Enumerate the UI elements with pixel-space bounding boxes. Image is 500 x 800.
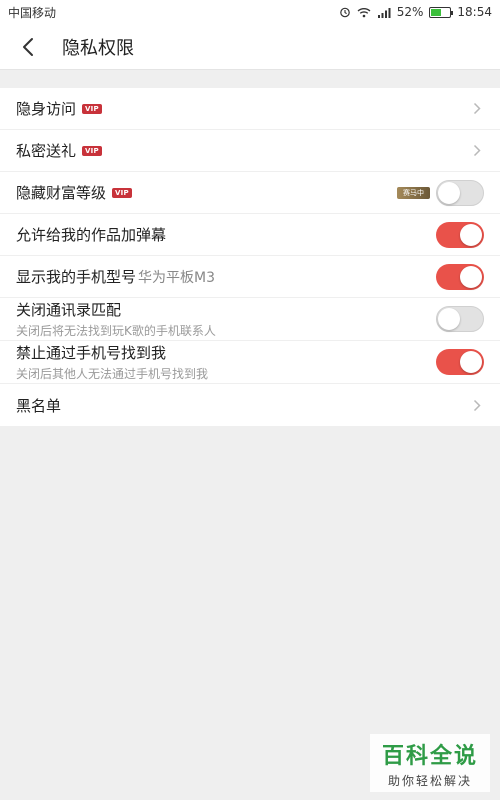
chevron-left-icon [23,37,33,56]
top-bar: 隐私权限 [0,24,500,70]
toggle-knob [460,223,482,246]
vip-badge: VIP [112,187,132,198]
chevron-right-icon [470,398,484,412]
setting-label: 显示我的手机型号 [16,268,137,286]
setting-label: 禁止通过手机号找到我 [16,344,167,362]
watermark-logo: 百科全说 助你轻松解决 [370,734,490,792]
setting-label: 黑名单 [16,396,62,415]
back-button[interactable] [16,35,40,59]
vip-badge: VIP [82,145,102,156]
setting-invisible-visit[interactable]: 隐身访问 VIP [0,88,500,130]
toggle-knob [460,265,482,288]
battery-icon [429,6,454,18]
wifi-icon [357,7,371,18]
status-bar: 中国移动 52% 18:54 [0,0,500,24]
phone-model-hint: 华为平板M3 [138,269,216,286]
chevron-right-icon [470,102,484,116]
toggle-knob [438,308,460,330]
section-gap [0,70,500,88]
setting-description: 关闭后将无法找到玩K歌的手机联系人 [16,324,216,338]
vip-badge: VIP [82,103,102,114]
show-phone-model-toggle[interactable] [436,263,484,290]
setting-label: 隐藏财富等级 [16,184,107,202]
chevron-right-icon [470,144,484,158]
setting-label: 私密送礼 [16,142,77,160]
setting-allow-danmaku: 允许给我的作品加弹幕 [0,214,500,256]
setting-label: 允许给我的作品加弹幕 [16,226,167,244]
setting-hide-wealth-level: 隐藏财富等级 VIP 赛马中 [0,172,500,214]
toggle-knob [438,181,460,204]
setting-label: 关闭通讯录匹配 [16,301,122,319]
wealth-rank-badge: 赛马中 [397,186,430,199]
hide-wealth-toggle[interactable] [436,179,484,206]
setting-private-gift[interactable]: 私密送礼 VIP [0,130,500,172]
battery-percent: 52% [396,5,424,19]
signal-icon [377,7,391,18]
status-time: 18:54 [457,5,492,19]
setting-show-phone-model: 显示我的手机型号 华为平板M3 [0,256,500,298]
setting-label: 隐身访问 [16,100,77,118]
setting-block-phone-search: 禁止通过手机号找到我 关闭后其他人无法通过手机号找到我 [0,341,500,384]
toggle-knob [460,351,482,373]
watermark-subtitle: 助你轻松解决 [387,773,472,788]
page-title: 隐私权限 [62,37,134,59]
watermark-title: 百科全说 [381,743,478,769]
settings-list: 隐身访问 VIP 私密送礼 VIP 隐藏财富等级 VIP 赛马中 允许给我的作品… [0,88,500,426]
alarm-icon [339,6,351,18]
carrier-name: 中国移动 [8,5,57,20]
setting-description: 关闭后其他人无法通过手机号找到我 [16,367,209,381]
block-phone-search-toggle[interactable] [436,349,484,375]
setting-contact-matching: 关闭通讯录匹配 关闭后将无法找到玩K歌的手机联系人 [0,298,500,341]
status-icons: 52% 18:54 [339,5,492,19]
contact-matching-toggle[interactable] [436,306,484,332]
allow-danmaku-toggle[interactable] [436,221,484,248]
setting-blacklist[interactable]: 黑名单 [0,384,500,426]
